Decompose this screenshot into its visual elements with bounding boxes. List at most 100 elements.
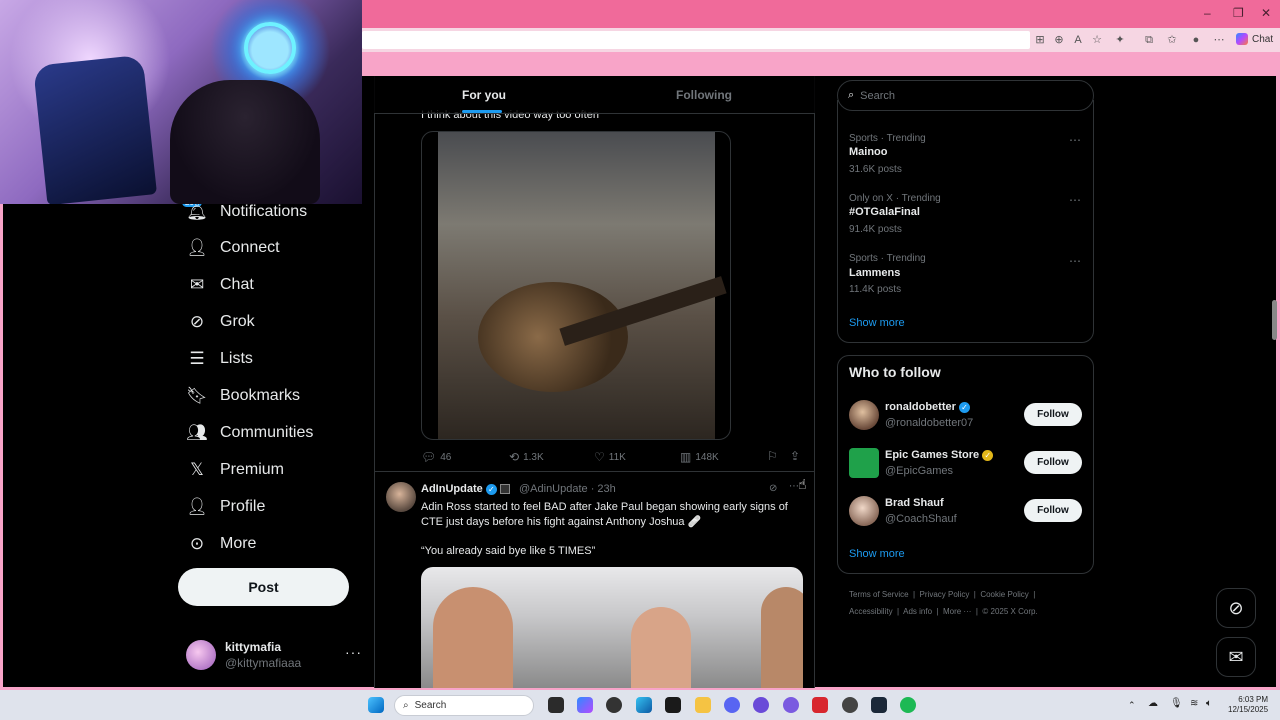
tab-for-you[interactable]: For you (462, 88, 506, 102)
app-icon[interactable] (606, 697, 622, 713)
trend-name[interactable]: Lammens (849, 267, 900, 279)
scrollbar-thumb[interactable] (1272, 300, 1277, 340)
trend-more-button[interactable]: ⋯ (1069, 133, 1082, 147)
trend-more-button[interactable]: ⋯ (1069, 254, 1082, 268)
account-more-button[interactable]: ··· (345, 644, 362, 660)
reply-button[interactable]: 💬︎ 46 (421, 450, 451, 464)
privacy-link[interactable]: Privacy Policy (920, 590, 970, 599)
list-icon: ☰ (189, 349, 205, 368)
account-avatar[interactable] (186, 640, 216, 670)
edge-icon[interactable] (636, 697, 652, 713)
extensions-icon[interactable]: ✦ (1114, 34, 1126, 46)
nav-communities[interactable]: 👥︎ Communities (186, 420, 313, 446)
post-button[interactable]: Post (178, 568, 349, 606)
trend-name[interactable]: #OTGalaFinal (849, 206, 920, 218)
nav-grok-label: Grok (220, 313, 255, 330)
taskbar-search[interactable]: ⌕ Search (394, 695, 534, 716)
views-button[interactable]: ▥ 148K (680, 450, 719, 464)
nav-profile[interactable]: 👤︎ Profile (186, 494, 265, 520)
bell-icon: 🔔︎ (186, 202, 208, 221)
more-link[interactable]: More ··· (943, 607, 971, 616)
more-circle-icon: ⊙ (189, 534, 205, 553)
tweet-avatar[interactable] (386, 482, 416, 512)
address-bar[interactable] (362, 31, 1030, 49)
app-icon[interactable] (812, 697, 828, 713)
nav-bookmarks[interactable]: 🔖︎ Bookmarks (186, 383, 300, 409)
follow-button[interactable]: Follow (1024, 451, 1082, 474)
nav-chat[interactable]: ✉ Chat (186, 272, 254, 298)
like-button[interactable]: ♡ 11K (594, 450, 626, 464)
user-handle[interactable]: @ronaldobetter07 (885, 417, 973, 429)
trend-more-button[interactable]: ⋯ (1069, 193, 1082, 207)
nav-connect[interactable]: 👤︎ Connect (186, 235, 279, 261)
follow-button[interactable]: Follow (1024, 403, 1082, 426)
favorite-star-icon[interactable]: ☆ (1091, 34, 1103, 46)
tweet-image[interactable] (421, 567, 803, 688)
trend-name[interactable]: Mainoo (849, 146, 888, 158)
clock[interactable]: 6:03 PM 12/15/2025 (1228, 695, 1268, 715)
terms-link[interactable]: Terms of Service (849, 590, 909, 599)
follow-show-more[interactable]: Show more (849, 548, 905, 560)
split-screen-icon[interactable]: ⧉ (1143, 34, 1155, 46)
zoom-icon[interactable]: ⊕ (1053, 34, 1065, 46)
profile-icon[interactable]: ● (1190, 34, 1202, 46)
copilot-chat-button[interactable]: Chat (1236, 31, 1273, 49)
read-aloud-icon[interactable]: A (1072, 34, 1084, 46)
tweet-author[interactable]: AdInUpdate ✓ (421, 483, 510, 495)
search-input[interactable]: ⌕ Search (837, 80, 1094, 111)
file-explorer-icon[interactable] (695, 697, 711, 713)
store-icon[interactable] (665, 697, 681, 713)
minimize-button[interactable]: – (1204, 6, 1211, 20)
cookie-link[interactable]: Cookie Policy (980, 590, 1028, 599)
steam-icon[interactable] (871, 697, 887, 713)
nav-lists[interactable]: ☰ Lists (186, 346, 253, 372)
trends-show-more[interactable]: Show more (849, 317, 905, 329)
copilot-app-icon[interactable] (577, 697, 593, 713)
tray-chevron-icon[interactable]: ⌃ (1128, 700, 1136, 711)
app-icon[interactable]: ⊞ (1034, 34, 1046, 46)
app-icon[interactable] (842, 697, 858, 713)
onedrive-icon[interactable]: ☁ (1148, 698, 1158, 709)
suggested-user[interactable]: Brad Shauf (885, 497, 944, 509)
wifi-icon[interactable]: ≋ (1190, 698, 1198, 709)
account-handle[interactable]: @kittymafiaaa (225, 656, 301, 670)
user-avatar[interactable] (849, 448, 879, 478)
user-avatar[interactable] (849, 400, 879, 430)
mail-icon: ✉ (189, 275, 205, 294)
task-view-icon[interactable] (548, 697, 564, 713)
volume-icon[interactable]: 🔈︎ (1206, 698, 1212, 709)
microphone-icon[interactable]: 🎙︎ (1170, 698, 1183, 709)
repost-button[interactable]: ⟲ 1.3K (509, 450, 544, 464)
maximize-button[interactable]: ❐ (1233, 6, 1244, 20)
bookmark-button[interactable]: ⚐ (767, 449, 782, 463)
suggested-user[interactable]: Epic Games Store ✓ (885, 449, 994, 461)
close-button[interactable]: ✕ (1261, 6, 1271, 20)
page-left-border (0, 200, 3, 688)
start-icon[interactable] (368, 697, 384, 713)
tab-following[interactable]: Following (676, 88, 732, 102)
browser-menu-icon[interactable]: ⋯ (1213, 34, 1225, 46)
tweet-video[interactable] (421, 131, 731, 440)
grok-explain-icon[interactable]: ⊘ (769, 483, 777, 494)
app-icon[interactable] (783, 697, 799, 713)
user-handle[interactable]: @CoachShauf (885, 513, 957, 525)
spotify-icon[interactable] (900, 697, 916, 713)
follow-button[interactable]: Follow (1024, 499, 1082, 522)
app-icon[interactable] (753, 697, 769, 713)
ads-info-link[interactable]: Ads info (903, 607, 932, 616)
messages-float-button[interactable]: ✉ (1216, 637, 1256, 677)
nav-more[interactable]: ⊙ More (186, 531, 257, 557)
account-name[interactable]: kittymafia (225, 640, 281, 654)
grok-float-button[interactable]: ⊘ (1216, 588, 1256, 628)
discord-icon[interactable] (724, 697, 740, 713)
share-button[interactable]: ⇪ (790, 449, 804, 463)
accessibility-link[interactable]: Accessibility (849, 607, 893, 616)
user-handle[interactable]: @EpicGames (885, 465, 953, 477)
user-avatar[interactable] (849, 496, 879, 526)
nav-premium[interactable]: 𝕏 Premium (186, 457, 284, 483)
tweet-handle[interactable]: @AdinUpdate · 23h (519, 483, 616, 495)
gaming-chair (32, 54, 158, 204)
nav-grok[interactable]: ⊘ Grok (186, 309, 255, 335)
suggested-user[interactable]: ronaldobetter ✓ (885, 401, 970, 413)
favorites-icon[interactable]: ✩ (1166, 34, 1178, 46)
